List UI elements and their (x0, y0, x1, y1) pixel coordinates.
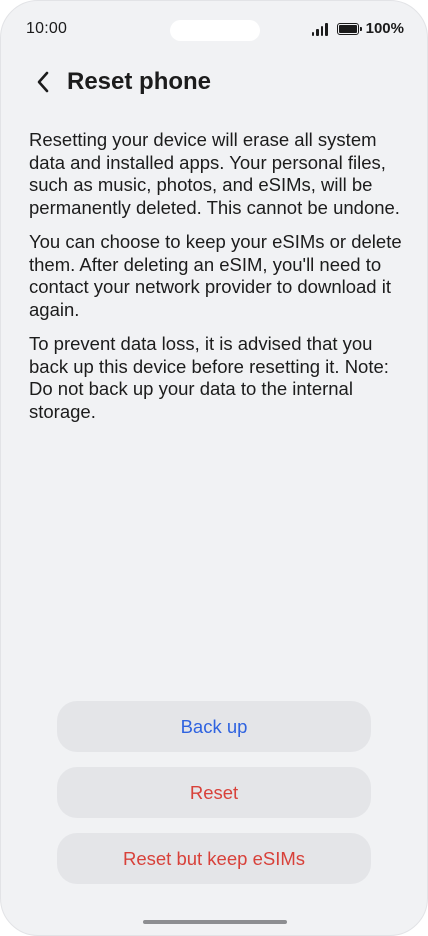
status-icons: 100% (311, 20, 404, 37)
status-time: 10:00 (26, 20, 68, 37)
back-button[interactable] (29, 67, 57, 97)
battery-percentage: 100% (365, 20, 404, 37)
camera-notch (170, 20, 260, 41)
description: Resetting your device will erase all sys… (29, 129, 403, 435)
description-paragraph-1: Resetting your device will erase all sys… (29, 129, 400, 218)
back-up-button[interactable]: Back up (57, 701, 371, 752)
phone-screen: 10:00 100% Reset phone Resetting your de… (0, 0, 428, 936)
reset-keep-esims-button[interactable]: Reset but keep eSIMs (57, 833, 371, 884)
description-paragraph-3: To prevent data loss, it is advised that… (29, 333, 389, 422)
action-buttons: Back up Reset Reset but keep eSIMs (57, 701, 371, 884)
battery-icon (336, 22, 362, 35)
header: Reset phone (1, 61, 427, 103)
home-indicator[interactable] (143, 920, 287, 924)
description-paragraph-2: You can choose to keep your eSIMs or del… (29, 231, 402, 320)
page-title: Reset phone (67, 68, 212, 95)
chevron-left-icon (37, 71, 49, 93)
reset-button[interactable]: Reset (57, 767, 371, 818)
signal-icon (311, 22, 328, 36)
status-bar: 10:00 100% (1, 1, 427, 59)
